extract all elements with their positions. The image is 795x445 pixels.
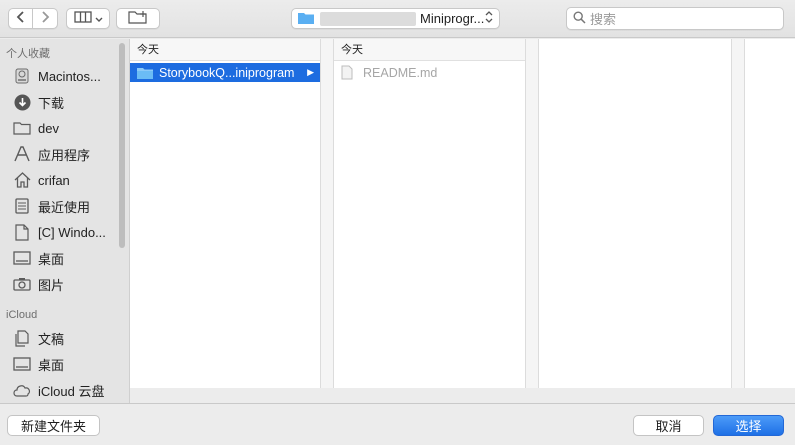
search-placeholder: 搜索 (590, 12, 617, 27)
favorites-heading: 个人收藏 (6, 48, 50, 60)
sidebar-item-dev[interactable]: dev (12, 116, 116, 140)
disk-icon (12, 67, 32, 85)
path-redacted (320, 11, 416, 26)
path-label: Miniprogr... (420, 11, 485, 26)
apps-icon (12, 145, 32, 163)
browser-column-2: 今天 README.md (334, 39, 525, 388)
list-item[interactable]: StorybookQ...iniprogram ▶ (130, 63, 320, 82)
choose-button[interactable]: 选择 (713, 415, 784, 436)
cloud-icon (12, 381, 32, 399)
sidebar-item-icloud-drive[interactable]: iCloud 云盘 (12, 378, 116, 402)
forward-button[interactable] (33, 8, 58, 29)
folder-icon (298, 11, 314, 27)
toolbar: Miniprogr... 搜索 (0, 0, 795, 38)
view-mode-button[interactable] (66, 8, 110, 29)
folder-icon (12, 119, 32, 137)
cancel-button[interactable]: 取消 (633, 415, 704, 436)
file-icon (341, 65, 357, 80)
column-divider[interactable] (320, 39, 334, 388)
chevron-right-icon (40, 10, 50, 27)
download-icon (12, 93, 32, 111)
camera-icon (12, 275, 32, 293)
desktop-icon (12, 249, 32, 267)
column-divider[interactable] (525, 39, 539, 388)
sidebar-item-pictures[interactable]: 图片 (12, 272, 116, 296)
chevron-down-icon (95, 11, 103, 26)
icloud-heading: iCloud (6, 309, 38, 321)
sidebar-item-home[interactable]: crifan (12, 168, 116, 192)
sidebar-item-downloads[interactable]: 下载 (12, 90, 116, 114)
column-header: 今天 (130, 39, 320, 61)
column-header: 今天 (334, 39, 525, 61)
sidebar-scrollbar[interactable] (119, 43, 125, 248)
column-divider[interactable] (731, 39, 745, 388)
sidebar-item-desktop[interactable]: 桌面 (12, 246, 116, 270)
bottom-bar: 新建文件夹 取消 选择 (0, 403, 795, 445)
sidebar-item-applications[interactable]: 应用程序 (12, 142, 116, 166)
new-folder-icon (128, 10, 148, 27)
recents-icon (12, 197, 32, 215)
browser-column-4 (745, 39, 795, 388)
sidebar-item-icloud-desktop[interactable]: 桌面 (12, 352, 116, 376)
sidebar-item-recents[interactable]: 最近使用 (12, 194, 116, 218)
sidebar-item-macintosh[interactable]: Macintos... (12, 64, 116, 88)
folder-icon (137, 66, 153, 80)
triangle-right-icon: ▶ (307, 67, 314, 77)
search-field[interactable]: 搜索 (566, 7, 784, 30)
desktop-icon (12, 355, 32, 373)
chevron-left-icon (16, 10, 26, 27)
path-popup[interactable]: Miniprogr... (291, 8, 500, 29)
list-item: README.md (334, 63, 525, 82)
sidebar-item-icloud-documents[interactable]: 文稿 (12, 326, 116, 350)
updown-chevron-icon (485, 11, 493, 26)
sidebar: 个人收藏 Macintos... 下载 dev 应用程序 crifan 最近使用… (0, 39, 130, 403)
browser-column-1: 今天 StorybookQ...iniprogram ▶ (130, 39, 320, 388)
document-icon (12, 223, 32, 241)
home-icon (12, 171, 32, 189)
sidebar-item-windows[interactable]: [C] Windo... (12, 220, 116, 244)
back-button[interactable] (8, 8, 33, 29)
columns-icon (73, 11, 92, 26)
documents-icon (12, 329, 32, 347)
search-icon (573, 10, 586, 27)
new-folder-button[interactable]: 新建文件夹 (7, 415, 100, 436)
new-folder-toolbar-button[interactable] (116, 8, 160, 29)
browser-column-3 (539, 39, 731, 388)
